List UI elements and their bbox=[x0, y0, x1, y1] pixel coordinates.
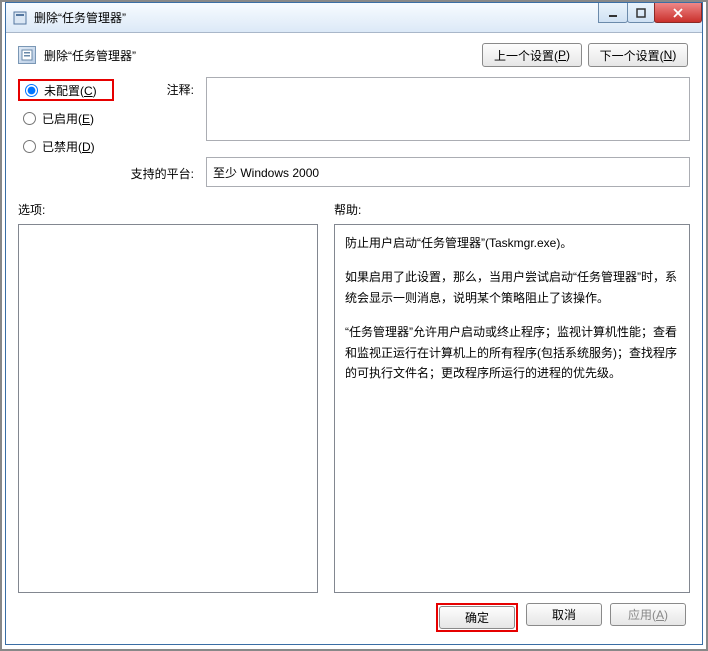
help-column: 帮助: 防止用户启动“任务管理器”(Taskmgr.exe)。如果启用了此设置，… bbox=[334, 201, 690, 593]
apply-button[interactable]: 应用(A) bbox=[610, 603, 686, 626]
comment-label: 注释: bbox=[126, 81, 194, 141]
radio-not-configured-input[interactable] bbox=[25, 84, 38, 97]
previous-setting-button[interactable]: 上一个设置(P) bbox=[482, 43, 582, 67]
field-labels: 注释: 支持的平台: bbox=[126, 77, 194, 187]
radio-not-configured[interactable]: 未配置(C) bbox=[18, 79, 114, 101]
comment-input[interactable] bbox=[206, 77, 690, 141]
field-inputs: 至少 Windows 2000 bbox=[206, 77, 690, 187]
options-label: 选项: bbox=[18, 201, 318, 218]
next-setting-button[interactable]: 下一个设置(N) bbox=[588, 43, 688, 67]
setting-name-text: 删除“任务管理器” bbox=[44, 47, 136, 64]
help-paragraph: 如果启用了此设置，那么，当用户尝试启动“任务管理器”时，系统会显示一则消息，说明… bbox=[345, 267, 679, 308]
title-bar[interactable]: 删除“任务管理器” bbox=[6, 3, 702, 33]
options-panel[interactable] bbox=[18, 224, 318, 593]
radio-enabled-input[interactable] bbox=[23, 112, 36, 125]
dialog-window: 删除“任务管理器” 删除“任务管理器” bbox=[5, 2, 703, 645]
nav-buttons: 上一个设置(P) 下一个设置(N) bbox=[482, 43, 688, 67]
radio-disabled-input[interactable] bbox=[23, 140, 36, 153]
ok-button[interactable]: 确定 bbox=[439, 606, 515, 629]
window-title: 删除“任务管理器” bbox=[34, 9, 126, 26]
supported-platforms-box: 至少 Windows 2000 bbox=[206, 157, 690, 187]
state-radio-group: 未配置(C) 已启用(E) 已禁用(D) bbox=[18, 77, 114, 187]
minimize-button[interactable] bbox=[598, 3, 628, 23]
help-paragraph: 防止用户启动“任务管理器”(Taskmgr.exe)。 bbox=[345, 233, 679, 253]
app-icon bbox=[12, 10, 28, 26]
config-area: 未配置(C) 已启用(E) 已禁用(D) 注释: 支持的平台: bbox=[18, 77, 690, 187]
screenshot-frame: 删除“任务管理器” 删除“任务管理器” bbox=[0, 0, 708, 651]
body-row: 选项: 帮助: 防止用户启动“任务管理器”(Taskmgr.exe)。如果启用了… bbox=[18, 201, 690, 593]
radio-enabled[interactable]: 已启用(E) bbox=[18, 107, 114, 129]
ok-highlight: 确定 bbox=[436, 603, 518, 632]
maximize-button[interactable] bbox=[627, 3, 655, 23]
platform-label: 支持的平台: bbox=[126, 165, 194, 182]
client-area: 删除“任务管理器” 上一个设置(P) 下一个设置(N) 未配置(C) bbox=[6, 33, 702, 644]
setting-title: 删除“任务管理器” bbox=[18, 46, 136, 64]
close-button[interactable] bbox=[654, 3, 702, 23]
policy-icon bbox=[18, 46, 36, 64]
radio-disabled[interactable]: 已禁用(D) bbox=[18, 135, 114, 157]
help-panel[interactable]: 防止用户启动“任务管理器”(Taskmgr.exe)。如果启用了此设置，那么，当… bbox=[334, 224, 690, 593]
options-column: 选项: bbox=[18, 201, 318, 593]
cancel-button[interactable]: 取消 bbox=[526, 603, 602, 626]
dialog-footer: 确定 取消 应用(A) bbox=[18, 593, 690, 634]
header-row: 删除“任务管理器” 上一个设置(P) 下一个设置(N) bbox=[18, 43, 690, 67]
window-controls bbox=[599, 3, 702, 23]
help-label: 帮助: bbox=[334, 201, 690, 218]
help-paragraph: “任务管理器”允许用户启动或终止程序；监视计算机性能；查看和监视正运行在计算机上… bbox=[345, 322, 679, 383]
platform-text: 至少 Windows 2000 bbox=[213, 166, 319, 180]
